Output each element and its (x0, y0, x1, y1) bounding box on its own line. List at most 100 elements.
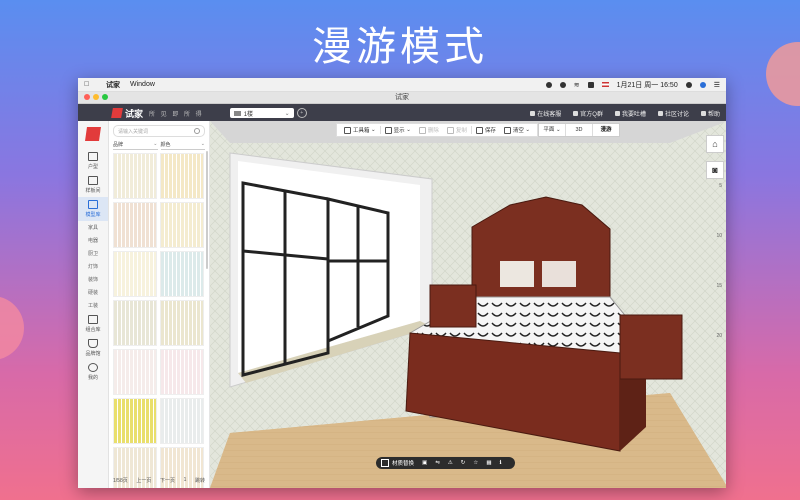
phone-icon (530, 110, 536, 116)
toolbox-button[interactable]: 工具箱 ⌄ (344, 126, 376, 134)
floor-settings-icon[interactable]: + (296, 108, 307, 118)
search-icon[interactable] (685, 81, 692, 88)
view-mode-3d[interactable]: 3D (566, 124, 593, 136)
help-icon (700, 110, 706, 116)
grid-icon[interactable]: ▦ (486, 460, 491, 466)
brand-icon (85, 127, 101, 141)
qq-icon (573, 110, 579, 116)
zoom-button[interactable] (102, 94, 108, 100)
material-swatch[interactable] (113, 398, 157, 444)
nav-sub-decor[interactable]: 装饰 (78, 273, 108, 286)
brand-filter[interactable]: 品牌 ⌄ (113, 141, 158, 150)
nav-item-models[interactable]: 模型库 (78, 197, 108, 221)
nav-sub-commercial[interactable]: 工装 (78, 299, 108, 312)
menubar-clock[interactable]: 1月21日 周一 16:50 (617, 80, 678, 90)
material-swatch[interactable] (160, 300, 204, 346)
header-link-feedback[interactable]: 我要吐槽 (614, 109, 646, 118)
save-button[interactable]: 保存 (475, 126, 496, 134)
house-icon (233, 110, 241, 116)
chevron-down-icon: ⌄ (200, 141, 205, 147)
broom-icon (503, 126, 511, 134)
header-link-qq[interactable]: 官方Q群 (573, 109, 603, 118)
screenshot-button[interactable]: ◙ (706, 161, 724, 179)
header-links: 在线客服 官方Q群 我要吐槽 社区讨论 帮助 (518, 109, 720, 118)
material-swatch[interactable] (160, 349, 204, 395)
prev-page-button[interactable]: 上一页 (136, 477, 151, 484)
close-button[interactable] (84, 94, 90, 100)
menubar-window[interactable]: Window (130, 81, 155, 88)
camera-icon: ◙ (712, 165, 718, 175)
window-title: 试家 (395, 94, 409, 101)
nav-sub-hard-decor[interactable]: 硬装 (78, 286, 108, 299)
menu-icon[interactable]: ☰ (714, 81, 720, 89)
home-view-button[interactable]: ⌂ (706, 135, 724, 153)
apple-icon[interactable]:  (84, 81, 96, 88)
3d-viewport[interactable]: 工具箱 ⌄ 显示 ⌄ 删除 复制 保存 清空 ⌄ 平面 ⌄ 3D 漫游 ⌂ ◙ … (210, 121, 726, 488)
display-button[interactable]: 显示 ⌄ (384, 126, 411, 134)
status-icon[interactable] (545, 81, 552, 88)
nav-item-combos[interactable]: 组合库 (78, 312, 108, 336)
promo-headline: 漫游模式 (312, 24, 488, 70)
panel-scrollbar[interactable] (206, 151, 208, 269)
nav-sub-kitchen-bath[interactable]: 厨卫 (78, 247, 108, 260)
next-page-button[interactable]: 下一页 (160, 477, 175, 484)
swap-icon[interactable]: ⇋ (435, 460, 440, 466)
eye-icon (384, 126, 392, 134)
siri-icon[interactable] (699, 81, 706, 88)
nav-item-showroom[interactable]: 样板间 (78, 173, 108, 197)
material-swatch[interactable] (160, 202, 204, 248)
nav-sub-furniture[interactable]: 家具 (78, 221, 108, 234)
material-swatch[interactable] (113, 153, 157, 199)
material-swatch[interactable] (113, 300, 157, 346)
search-input[interactable]: 请输入关键词 (113, 125, 205, 137)
ruler-number: 10 (716, 233, 722, 239)
material-swatch[interactable] (113, 251, 157, 297)
clear-button[interactable]: 清空 ⌄ (503, 126, 530, 134)
material-swatch[interactable] (113, 202, 157, 248)
nav-sub-appliance[interactable]: 电器 (78, 234, 108, 247)
material-swatch[interactable] (160, 153, 204, 199)
jump-button[interactable]: 跳转 (195, 477, 205, 484)
page-number-input[interactable]: 1 (184, 477, 187, 484)
view-mode-switch: 平面 ⌄ 3D 漫游 (538, 123, 620, 137)
cc-icon[interactable] (559, 81, 566, 88)
wifi-icon[interactable]: ≋ (574, 81, 580, 89)
logo-mark-icon (111, 108, 123, 118)
delete-button[interactable]: 删除 (418, 126, 439, 134)
filters: 品牌 ⌄ 颜色 ⌄ (113, 141, 205, 150)
flag-icon[interactable] (601, 82, 609, 87)
material-replace-button[interactable]: 材质替换 (392, 459, 414, 467)
material-swatch[interactable] (113, 349, 157, 395)
info-icon[interactable]: ℹ (500, 460, 502, 466)
brand-name: 试家 (125, 108, 144, 119)
app-body: 户型 样板间 模型库 家具 电器 厨卫 灯饰 装饰 硬装 工装 组合库 品牌馆 … (78, 121, 726, 488)
rotate-icon[interactable]: ↻ (461, 460, 466, 466)
left-nav: 户型 样板间 模型库 家具 电器 厨卫 灯饰 装饰 硬装 工装 组合库 品牌馆 … (78, 121, 109, 488)
nav-item-mine[interactable]: 我的 (78, 360, 108, 384)
color-filter[interactable]: 颜色 ⌄ (160, 141, 205, 150)
minimize-button[interactable] (93, 94, 99, 100)
nav-item-floorplan[interactable]: 户型 (78, 149, 108, 173)
pagination: 1/58页 上一页 下一页 1 跳转 (113, 477, 205, 484)
menubar-app-name[interactable]: 试家 (106, 80, 120, 90)
view-mode-roam[interactable]: 漫游 (593, 124, 619, 136)
floor-select[interactable]: 1楼 ⌄ (229, 108, 294, 118)
monitor-icon (88, 200, 98, 209)
left-wall (210, 121, 230, 488)
decor-circle-left (0, 296, 24, 360)
material-swatch[interactable] (160, 398, 204, 444)
header-link-help[interactable]: 帮助 (700, 109, 720, 118)
header-link-community[interactable]: 社区讨论 (657, 109, 689, 118)
header-link-service[interactable]: 在线客服 (530, 109, 561, 118)
nav-item-brands[interactable]: 品牌馆 (78, 336, 108, 360)
nav-sub-lighting[interactable]: 灯饰 (78, 260, 108, 273)
copy-icon[interactable]: ▣ (422, 460, 427, 466)
volume-icon[interactable] (587, 81, 594, 88)
warning-icon[interactable]: ⚠ (448, 460, 453, 466)
star-icon[interactable]: ☆ (473, 460, 478, 466)
view-mode-plan[interactable]: 平面 ⌄ (539, 124, 566, 136)
copy-button[interactable]: 复制 (446, 126, 467, 134)
material-swatch[interactable] (160, 251, 204, 297)
mac-menubar:  试家 Window ≋ 1月21日 周一 16:50 ☰ (78, 78, 726, 92)
swatch-grid (109, 153, 209, 488)
